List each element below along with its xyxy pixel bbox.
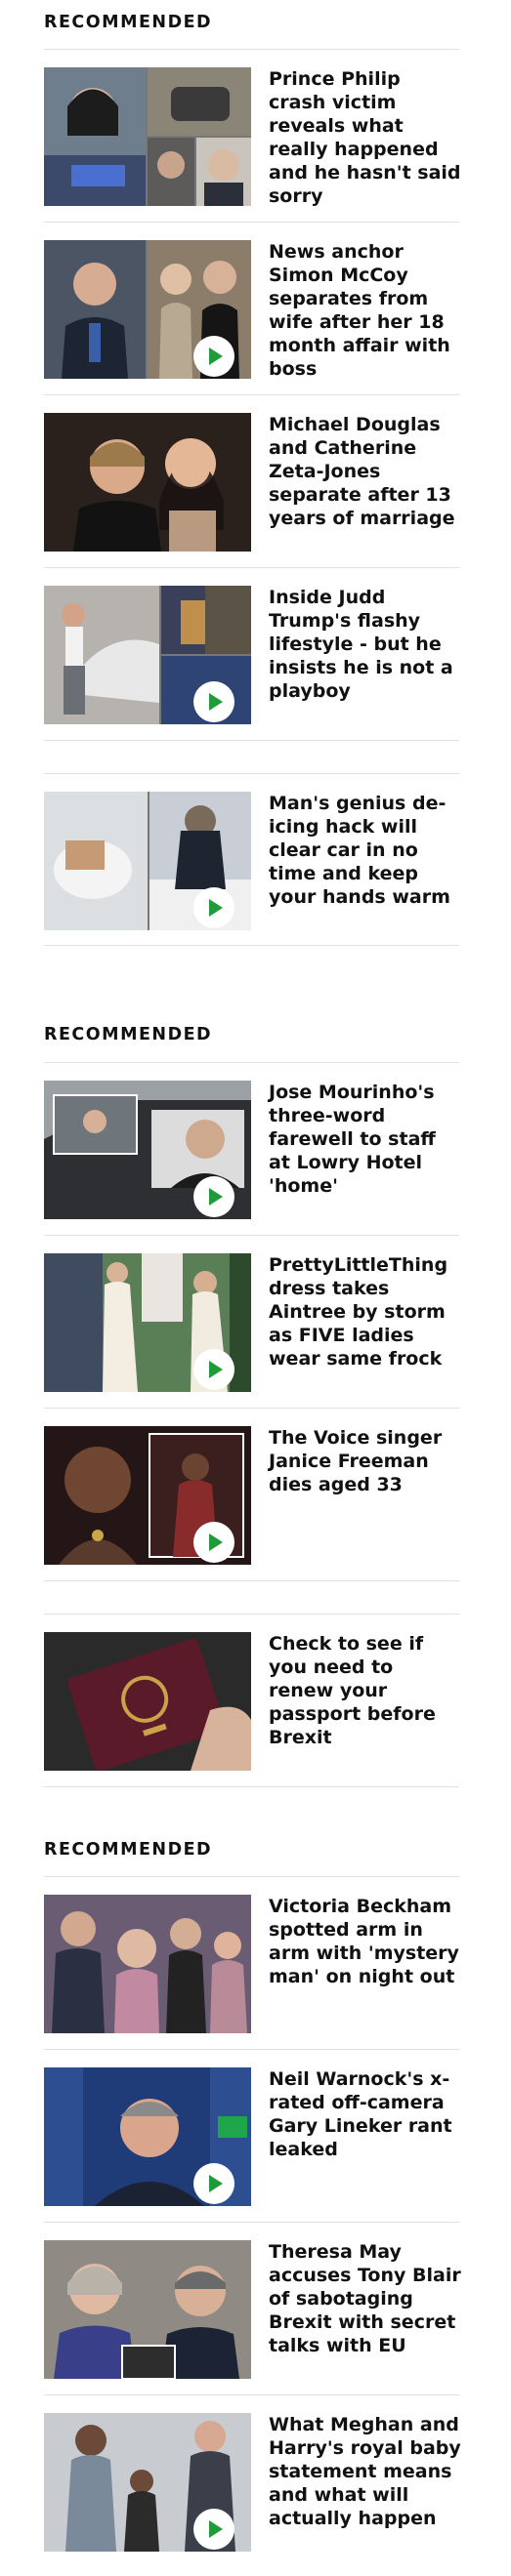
- section-title: RECOMMENDED: [44, 1025, 213, 1044]
- article-thumbnail: [44, 1895, 251, 2033]
- video-play-icon: [193, 887, 234, 928]
- article-divider: [44, 2222, 459, 2223]
- article-headline: Check to see if you need to renew your p…: [269, 1633, 436, 1748]
- article-card[interactable]: Neil Warnock's x-rated off-camera Gary L…: [44, 2067, 459, 2209]
- article-headline: Jose Mourinho's three-word farewell to s…: [269, 1082, 436, 1197]
- video-play-icon: [193, 336, 234, 377]
- article-divider: [44, 1235, 459, 1236]
- section-divider: [44, 1062, 459, 1063]
- video-play-icon: [193, 681, 234, 722]
- article-divider: [44, 1786, 459, 1787]
- article-card[interactable]: PrettyLittleThing dress takes Aintree by…: [44, 1253, 459, 1395]
- article-card[interactable]: News anchor Simon McCoy separates from w…: [44, 240, 459, 382]
- article-thumbnail: [44, 1632, 251, 1771]
- article-headline: Man's genius de-icing hack will clear ca…: [269, 793, 450, 908]
- article-divider: [44, 773, 459, 774]
- article-headline: News anchor Simon McCoy separates from w…: [269, 241, 450, 380]
- article-headline: What Meghan and Harry's royal baby state…: [269, 2414, 461, 2529]
- video-play-icon: [193, 1176, 234, 1217]
- article-card[interactable]: The Voice singer Janice Freeman dies age…: [44, 1426, 459, 1568]
- article-card[interactable]: Man's genius de-icing hack will clear ca…: [44, 792, 459, 933]
- article-headline: Inside Judd Trump's flashy lifestyle - b…: [269, 587, 453, 702]
- article-thumbnail: [44, 2240, 251, 2379]
- article-divider: [44, 1580, 459, 1581]
- section-title: RECOMMENDED: [44, 1840, 213, 1860]
- article-card[interactable]: Jose Mourinho's three-word farewell to s…: [44, 1081, 459, 1222]
- section-title: RECOMMENDED: [44, 13, 213, 32]
- article-headline: PrettyLittleThing dress takes Aintree by…: [269, 1254, 448, 1370]
- video-play-icon: [193, 1522, 234, 1563]
- article-divider: [44, 2394, 459, 2395]
- article-headline: Victoria Beckham spotted arm in arm with…: [269, 1896, 459, 1987]
- article-divider: [44, 2049, 459, 2050]
- article-headline: Neil Warnock's x-rated off-camera Gary L…: [269, 2068, 452, 2160]
- article-headline: Theresa May accuses Tony Blair of sabota…: [269, 2241, 461, 2356]
- video-play-icon: [193, 2163, 234, 2204]
- article-card[interactable]: Prince Philip crash victim reveals what …: [44, 67, 461, 209]
- article-card[interactable]: What Meghan and Harry's royal baby state…: [44, 2413, 461, 2555]
- article-headline: The Voice singer Janice Freeman dies age…: [269, 1427, 443, 1495]
- article-card[interactable]: Inside Judd Trump's flashy lifestyle - b…: [44, 586, 459, 727]
- article-thumbnail: [44, 67, 251, 206]
- article-card[interactable]: Victoria Beckham spotted arm in arm with…: [44, 1895, 459, 2036]
- article-divider: [44, 1408, 459, 1409]
- article-divider: [44, 567, 459, 568]
- video-play-icon: [193, 1349, 234, 1390]
- article-divider: [44, 394, 459, 395]
- article-headline: Prince Philip crash victim reveals what …: [269, 68, 461, 207]
- article-card[interactable]: Theresa May accuses Tony Blair of sabota…: [44, 2240, 461, 2382]
- article-divider: [44, 945, 459, 946]
- article-thumbnail: [44, 413, 251, 552]
- article-divider: [44, 1614, 459, 1615]
- article-card[interactable]: Michael Douglas and Catherine Zeta-Jones…: [44, 413, 459, 554]
- article-divider: [44, 222, 459, 223]
- article-headline: Michael Douglas and Catherine Zeta-Jones…: [269, 414, 455, 529]
- article-divider: [44, 740, 459, 741]
- section-divider: [44, 1876, 459, 1877]
- article-card[interactable]: Check to see if you need to renew your p…: [44, 1632, 459, 1774]
- section-divider: [44, 49, 459, 50]
- video-play-icon: [193, 2509, 234, 2550]
